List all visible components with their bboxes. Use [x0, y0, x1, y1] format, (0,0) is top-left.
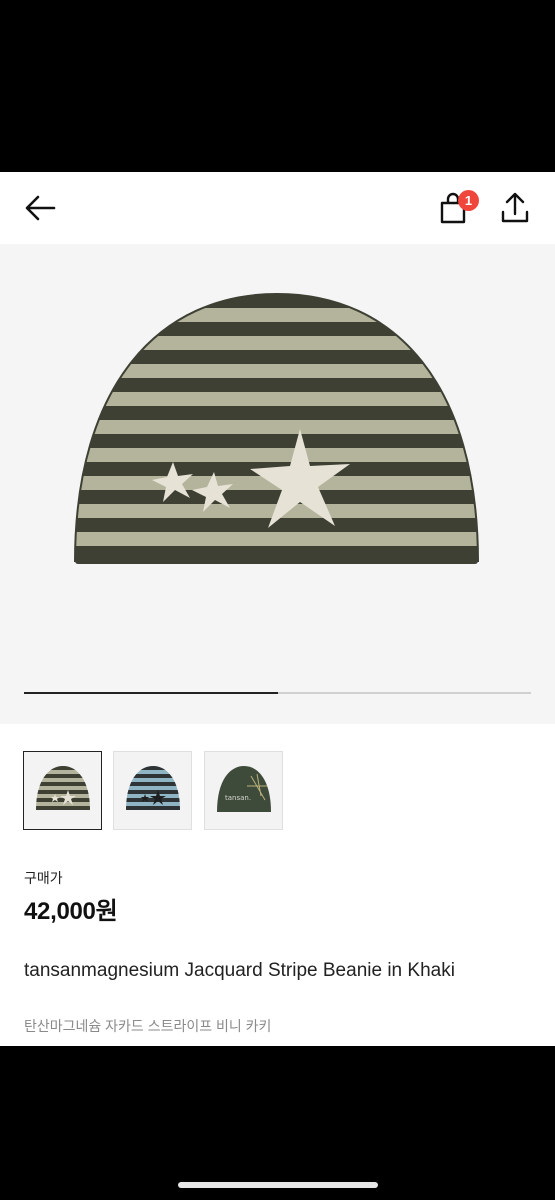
- bottom-safe-area: [0, 1046, 555, 1200]
- thumbnail-2[interactable]: [113, 751, 192, 830]
- product-image-carousel[interactable]: [0, 244, 555, 724]
- back-button[interactable]: [22, 192, 58, 224]
- thumbnail-strip: tansan.: [0, 751, 555, 831]
- beanie-product-image: [74, 292, 479, 564]
- product-title-english: tansanmagnesium Jacquard Stripe Beanie i…: [24, 960, 455, 981]
- thumbnail-brand-text: tansan.: [225, 794, 251, 802]
- thumbnail-beanie-blue: [126, 766, 180, 810]
- cart-count-badge: 1: [458, 190, 479, 211]
- share-button[interactable]: [498, 190, 532, 226]
- product-detail-screen: 1 tansan. 구매가 42,000원 tansanmagnesium Ja…: [0, 172, 555, 1046]
- carousel-progress-track: [24, 692, 531, 694]
- product-title-korean: 탄산마그네슘 자카드 스트라이프 비니 카키: [24, 1018, 272, 1034]
- product-price: 42,000원: [24, 898, 118, 925]
- top-navigation: 1: [0, 172, 555, 244]
- status-bar-area: [0, 0, 555, 172]
- price-label: 구매가: [24, 870, 63, 886]
- thumbnail-beanie-khaki: [36, 766, 90, 810]
- carousel-progress-fill: [24, 692, 278, 694]
- arrow-left-icon: [25, 195, 56, 221]
- thumbnail-beanie-dark-green: tansan.: [217, 766, 271, 812]
- home-indicator[interactable]: [178, 1182, 378, 1188]
- thumbnail-3[interactable]: tansan.: [204, 751, 283, 830]
- share-upload-icon: [501, 192, 529, 223]
- thumbnail-1[interactable]: [23, 751, 102, 830]
